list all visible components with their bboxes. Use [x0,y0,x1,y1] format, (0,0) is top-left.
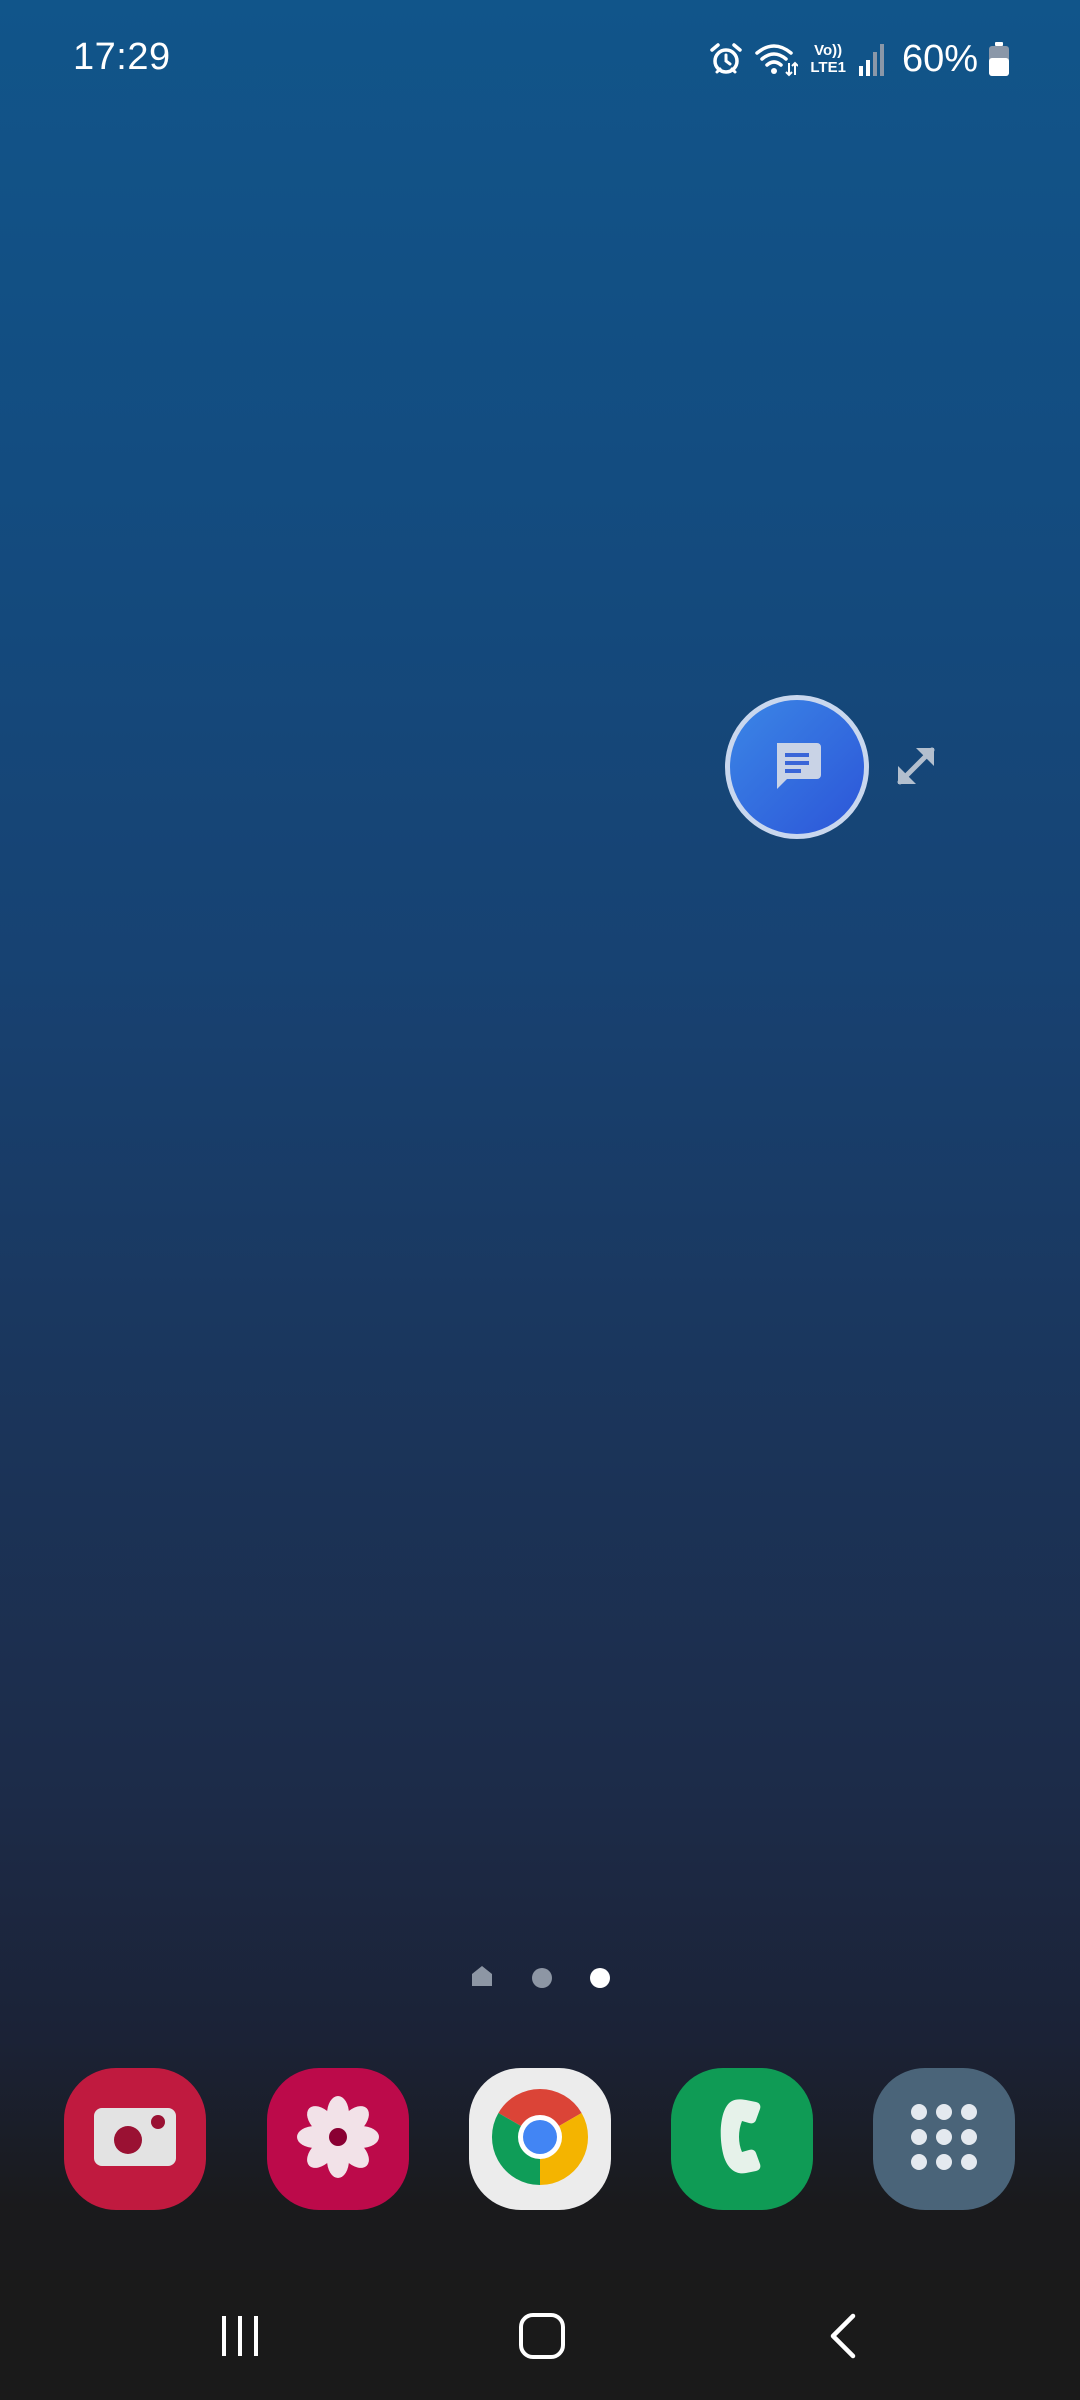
back-button[interactable] [805,2298,885,2378]
dock [0,2068,1080,2212]
page-dot[interactable] [532,1968,552,1988]
signal-icon [858,42,888,76]
phone-app[interactable] [671,2068,813,2210]
home-button[interactable] [502,2298,582,2378]
home-page-indicator-icon[interactable] [470,1964,494,1993]
back-icon [821,2312,869,2365]
volte-bottom-label: LTE1 [810,59,846,76]
app-drawer[interactable] [873,2068,1015,2210]
gallery-app[interactable] [267,2068,409,2210]
navigation-bar [0,2270,1080,2400]
home-icon [517,2311,567,2366]
volte-top-label: Vo)) [814,42,843,59]
battery-icon [988,41,1010,77]
volte-icon: Vo)) LTE1 [810,42,846,76]
camera-app[interactable] [64,2068,206,2210]
camera-icon [92,2106,178,2173]
page-dot-active[interactable] [590,1968,610,1988]
recents-icon [216,2312,264,2365]
message-icon [769,737,825,798]
page-indicator[interactable] [470,1962,610,1994]
status-time: 17:29 [73,36,171,78]
alarm-icon [708,41,744,77]
recents-button[interactable] [200,2298,280,2378]
phone-icon [712,2097,772,2182]
home-screen: 17:29 Vo)) LTE1 60% [0,0,1080,2400]
status-bar: 17:29 Vo)) LTE1 60% [0,0,1080,120]
status-icons: Vo)) LTE1 60% [708,34,1010,84]
expand-icon[interactable] [888,738,944,794]
app-drawer-icon [909,2102,979,2177]
floating-chat-bubble[interactable] [725,695,869,839]
wifi-icon [754,41,799,77]
chrome-icon [488,2085,592,2194]
battery-percent: 60% [901,37,978,80]
chrome-app[interactable] [469,2068,611,2210]
gallery-icon [293,2092,383,2187]
